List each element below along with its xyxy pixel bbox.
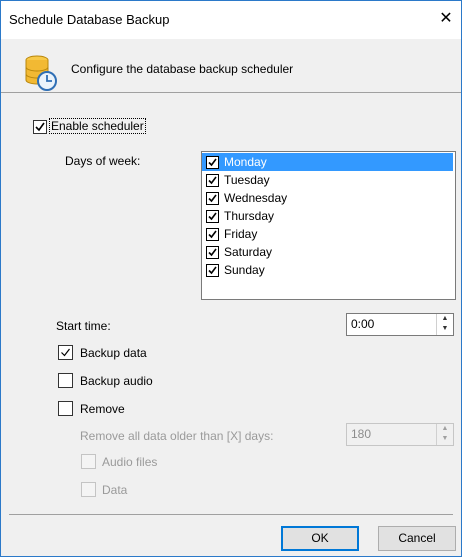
spin-up-icon[interactable]: ▲ <box>437 314 453 324</box>
day-checkbox-monday[interactable] <box>206 156 219 169</box>
enable-scheduler-label[interactable]: Enable scheduler <box>49 118 146 134</box>
days-of-week-label: Days of week: <box>65 154 141 168</box>
remove-days-spin-buttons[interactable]: ▲ ▼ <box>436 424 453 445</box>
dialog-header: Configure the database backup scheduler <box>1 39 461 92</box>
audio-files-label[interactable]: Audio files <box>102 455 157 469</box>
day-item-wednesday[interactable]: Wednesday <box>202 189 453 207</box>
start-time-spinner[interactable]: 0:00 ▲ ▼ <box>346 313 454 336</box>
database-clock-icon <box>24 54 58 95</box>
day-checkbox-saturday[interactable] <box>206 246 219 259</box>
remove-older-than-label: Remove all data older than [X] days: <box>80 429 274 443</box>
checkmark-icon <box>208 266 217 275</box>
close-icon[interactable]: ✕ <box>435 8 457 30</box>
day-checkbox-friday[interactable] <box>206 228 219 241</box>
days-of-week-list[interactable]: Monday Tuesday Wednesday Thursday Friday… <box>201 151 456 300</box>
cancel-button[interactable]: Cancel <box>378 526 456 551</box>
checkmark-icon <box>208 194 217 203</box>
day-checkbox-tuesday[interactable] <box>206 174 219 187</box>
schedule-backup-dialog: Schedule Database Backup ✕ Configure the… <box>0 0 462 557</box>
start-time-value[interactable]: 0:00 <box>351 317 374 331</box>
day-label: Wednesday <box>224 191 288 205</box>
day-label: Sunday <box>224 263 265 277</box>
day-checkbox-wednesday[interactable] <box>206 192 219 205</box>
enable-scheduler-label-wrap[interactable]: Enable scheduler <box>49 118 146 134</box>
spin-up-icon[interactable]: ▲ <box>437 424 453 434</box>
checkmark-icon <box>208 230 217 239</box>
day-label: Monday <box>224 155 267 169</box>
day-item-tuesday[interactable]: Tuesday <box>202 171 453 189</box>
audio-files-checkbox[interactable] <box>81 454 96 469</box>
day-item-monday[interactable]: Monday <box>202 153 453 171</box>
remove-label[interactable]: Remove <box>80 402 125 416</box>
spin-down-icon[interactable]: ▼ <box>437 324 453 334</box>
day-item-saturday[interactable]: Saturday <box>202 243 453 261</box>
day-checkbox-sunday[interactable] <box>206 264 219 277</box>
checkmark-icon <box>35 122 45 132</box>
remove-checkbox[interactable] <box>58 401 73 416</box>
header-divider <box>1 92 461 93</box>
backup-audio-label[interactable]: Backup audio <box>80 374 153 388</box>
start-time-spin-buttons[interactable]: ▲ ▼ <box>436 314 453 335</box>
remove-days-value[interactable]: 180 <box>351 427 371 441</box>
window-title: Schedule Database Backup <box>9 12 170 27</box>
remove-days-spinner[interactable]: 180 ▲ ▼ <box>346 423 454 446</box>
enable-scheduler-checkbox[interactable] <box>33 120 47 134</box>
footer-divider <box>9 514 453 515</box>
day-item-thursday[interactable]: Thursday <box>202 207 453 225</box>
day-item-friday[interactable]: Friday <box>202 225 453 243</box>
day-label: Saturday <box>224 245 273 259</box>
day-label: Friday <box>224 227 258 241</box>
spin-down-icon[interactable]: ▼ <box>437 434 453 444</box>
ok-button[interactable]: OK <box>281 526 359 551</box>
title-bar: Schedule Database Backup ✕ <box>1 1 461 39</box>
header-description: Configure the database backup scheduler <box>71 62 294 76</box>
checkmark-icon <box>208 212 217 221</box>
checkmark-icon <box>208 176 217 185</box>
day-checkbox-thursday[interactable] <box>206 210 219 223</box>
data-label[interactable]: Data <box>102 483 127 497</box>
data-checkbox[interactable] <box>81 482 96 497</box>
backup-data-checkbox[interactable] <box>58 345 73 360</box>
start-time-label: Start time: <box>56 319 111 333</box>
day-item-sunday[interactable]: Sunday <box>202 261 453 279</box>
checkmark-icon <box>61 348 70 357</box>
backup-audio-checkbox[interactable] <box>58 373 73 388</box>
day-label: Thursday <box>224 209 275 223</box>
backup-data-label[interactable]: Backup data <box>80 346 147 360</box>
checkmark-icon <box>208 158 217 167</box>
day-label: Tuesday <box>224 173 270 187</box>
checkmark-icon <box>208 248 217 257</box>
